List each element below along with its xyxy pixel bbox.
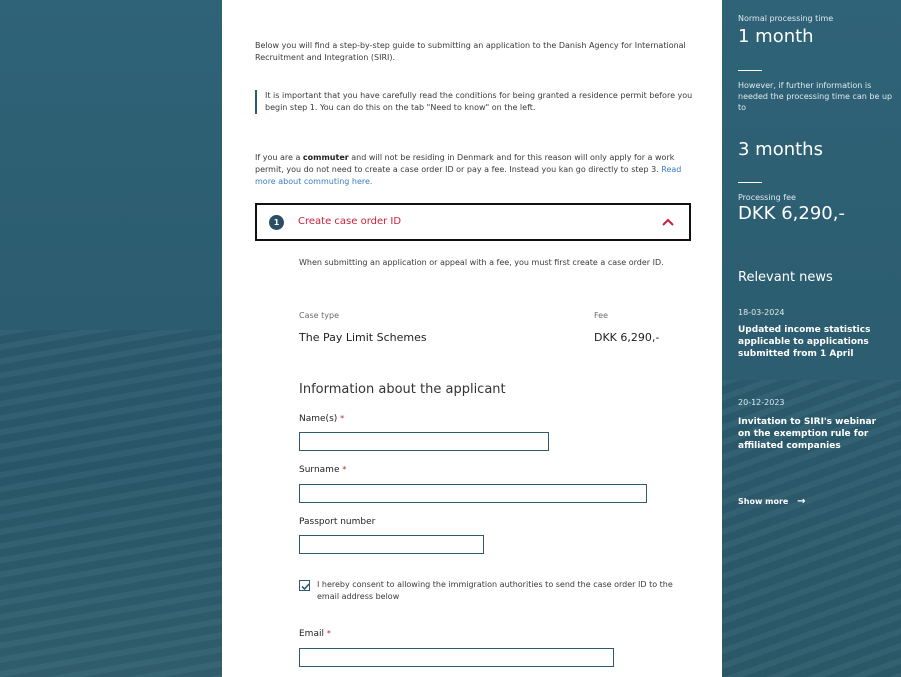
passport-input[interactable] — [299, 535, 484, 554]
commuter-paragraph: If you are a commuter and will not be re… — [255, 152, 697, 188]
intro-guide-text: Below you will find a step-by-step guide… — [255, 41, 686, 62]
processing-info-sidebar: Normal processing time 1 month However, … — [738, 0, 898, 677]
surname-label-text: Surname — [299, 465, 340, 475]
consent-checkbox[interactable] — [299, 580, 310, 591]
email-label: Email * — [299, 629, 331, 639]
step-description: When submitting an application or appeal… — [299, 258, 664, 267]
names-label-text: Name(s) — [299, 414, 338, 424]
surname-label: Surname * — [299, 465, 346, 475]
consent-text: I hereby consent to allowing the immigra… — [317, 580, 673, 601]
show-more-link[interactable]: Show more → — [738, 496, 806, 507]
required-marker: * — [340, 414, 345, 423]
important-callout: It is important that you have carefully … — [255, 90, 695, 114]
background-photo-left — [0, 0, 222, 677]
max-processing-value: 3 months — [738, 139, 823, 160]
step-number-badge: 1 — [269, 215, 284, 230]
case-type-value: The Pay Limit Schemes — [299, 331, 427, 344]
fee-value: DKK 6,290,- — [594, 331, 660, 344]
divider — [738, 70, 762, 71]
surname-input[interactable] — [299, 484, 647, 503]
email-input[interactable] — [299, 648, 614, 667]
chevron-up-icon[interactable] — [661, 215, 675, 229]
normal-processing-value: 1 month — [738, 26, 814, 47]
divider — [738, 182, 762, 183]
relevant-news-title: Relevant news — [738, 270, 833, 285]
names-label: Name(s) * — [299, 414, 344, 424]
commuter-prefix: If you are a — [255, 153, 303, 162]
processing-fee-value: DKK 6,290,- — [738, 203, 845, 224]
news-headline-link[interactable]: Updated income statistics applicable to … — [738, 324, 896, 360]
passport-label: Passport number — [299, 517, 376, 527]
fee-label: Fee — [594, 311, 609, 320]
processing-fee-label: Processing fee — [738, 193, 796, 202]
main-content: Below you will find a step-by-step guide… — [222, 0, 722, 677]
required-marker: * — [326, 629, 331, 638]
news-date: 20-12-2023 — [738, 398, 785, 407]
further-info-text: However, if further information is neede… — [738, 81, 893, 112]
normal-processing-label: Normal processing time — [738, 14, 834, 23]
names-input[interactable] — [299, 432, 549, 451]
news-date: 18-03-2024 — [738, 308, 785, 317]
show-more-label: Show more — [738, 497, 789, 506]
callout-text: It is important that you have carefully … — [265, 91, 693, 112]
step-title: Create case order ID — [298, 216, 402, 227]
applicant-section-title: Information about the applicant — [299, 382, 506, 397]
checkmark-icon — [301, 583, 310, 591]
step-1-accordion-header[interactable]: 1 Create case order ID — [255, 203, 691, 241]
required-marker: * — [342, 465, 347, 474]
news-headline-link[interactable]: Invitation to SIRI's webinar on the exem… — [738, 416, 888, 452]
commuter-bold: commuter — [302, 153, 349, 162]
case-type-label: Case type — [299, 311, 339, 320]
email-label-text: Email — [299, 629, 324, 639]
arrow-right-icon: → — [797, 496, 806, 507]
